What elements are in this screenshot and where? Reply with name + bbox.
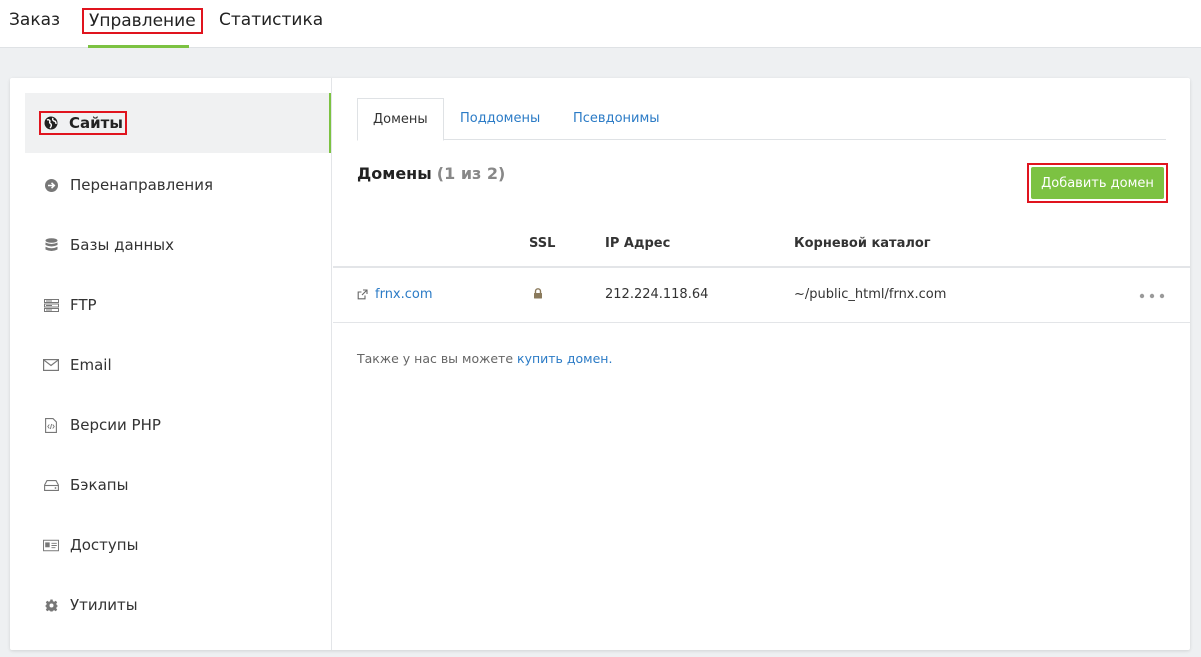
tab-aliases[interactable]: Псевдонимы xyxy=(558,98,675,140)
tab-subdomains[interactable]: Поддомены xyxy=(445,98,555,140)
id-card-icon xyxy=(43,537,59,553)
sidebar-item-highlight: Сайты xyxy=(39,111,127,135)
sidebar-item-utilities[interactable]: Утилиты xyxy=(25,575,331,635)
sidebar-item-ftp[interactable]: FTP xyxy=(25,275,331,335)
sidebar-item-label: Базы данных xyxy=(70,236,174,254)
sidebar-item-label: Email xyxy=(70,356,112,374)
tab-statistics[interactable]: Статистика xyxy=(219,10,323,30)
top-navigation: Заказ Управление Статистика xyxy=(0,0,1201,48)
sidebar-item-label: Сайты xyxy=(69,114,123,132)
external-link-icon[interactable] xyxy=(357,289,368,300)
sidebar-item-label: Версии PHP xyxy=(70,416,161,434)
sidebar-item-label: Бэкапы xyxy=(70,476,129,494)
sidebar-item-sites[interactable]: Сайты xyxy=(25,93,331,153)
domain-count: (1 из 2) xyxy=(436,164,506,183)
code-file-icon xyxy=(43,417,59,433)
globe-icon xyxy=(43,115,59,131)
add-domain-button[interactable]: Добавить домен xyxy=(1031,167,1164,199)
database-icon xyxy=(43,237,59,253)
envelope-icon xyxy=(43,357,59,373)
domain-cell: frnx.com xyxy=(357,287,433,302)
tab-management[interactable]: Управление xyxy=(82,8,203,34)
tab-order[interactable]: Заказ xyxy=(9,10,60,30)
sidebar-item-label: Перенаправления xyxy=(70,176,214,194)
sidebar-item-redirects[interactable]: Перенаправления xyxy=(25,155,331,215)
gear-icon xyxy=(43,597,59,613)
sidebar-item-label: FTP xyxy=(70,296,97,314)
add-domain-highlight: Добавить домен xyxy=(1027,163,1168,203)
sidebar-item-label: Доступы xyxy=(70,536,139,554)
sidebar-item-backups[interactable]: Бэкапы xyxy=(25,455,331,515)
page-title: Домены (1 из 2) xyxy=(357,164,505,183)
column-header-ssl: SSL xyxy=(529,236,556,251)
hdd-icon xyxy=(43,477,59,493)
ip-address: 212.224.118.64 xyxy=(605,287,709,302)
note-text: Также у нас вы можете xyxy=(357,351,518,366)
sidebar: Сайты Перенаправления Базы данных FTP Em… xyxy=(10,78,332,650)
sidebar-item-label: Утилиты xyxy=(70,596,138,614)
page-title-text: Домены xyxy=(357,164,432,183)
column-header-ip: IP Адрес xyxy=(605,236,671,251)
main-content: Домены Поддомены Псевдонимы Домены (1 из… xyxy=(333,78,1190,650)
more-options-icon[interactable] xyxy=(1139,288,1165,303)
column-header-root: Корневой каталог xyxy=(794,236,931,251)
domain-subtabs: Домены Поддомены Псевдонимы xyxy=(357,98,1166,141)
lock-icon xyxy=(533,288,543,303)
tab-domains[interactable]: Домены xyxy=(357,98,444,141)
buy-domain-link[interactable]: купить домен. xyxy=(517,351,612,366)
buy-domain-note: Также у нас вы можете купить домен. xyxy=(357,351,612,366)
root-directory: ~/public_html/frnx.com xyxy=(794,287,947,302)
sidebar-item-access[interactable]: Доступы xyxy=(25,515,331,575)
sidebar-item-databases[interactable]: Базы данных xyxy=(25,215,331,275)
table-row: frnx.com 212.224.118.64 ~/public_html/fr… xyxy=(333,268,1190,323)
hosting-panel: Сайты Перенаправления Базы данных FTP Em… xyxy=(10,78,1190,650)
sidebar-item-email[interactable]: Email xyxy=(25,335,331,395)
domain-link[interactable]: frnx.com xyxy=(375,287,433,302)
arrow-circle-right-icon xyxy=(43,177,59,193)
server-icon xyxy=(43,297,59,313)
active-tab-indicator xyxy=(88,45,189,48)
sidebar-item-php-versions[interactable]: Версии PHP xyxy=(25,395,331,455)
